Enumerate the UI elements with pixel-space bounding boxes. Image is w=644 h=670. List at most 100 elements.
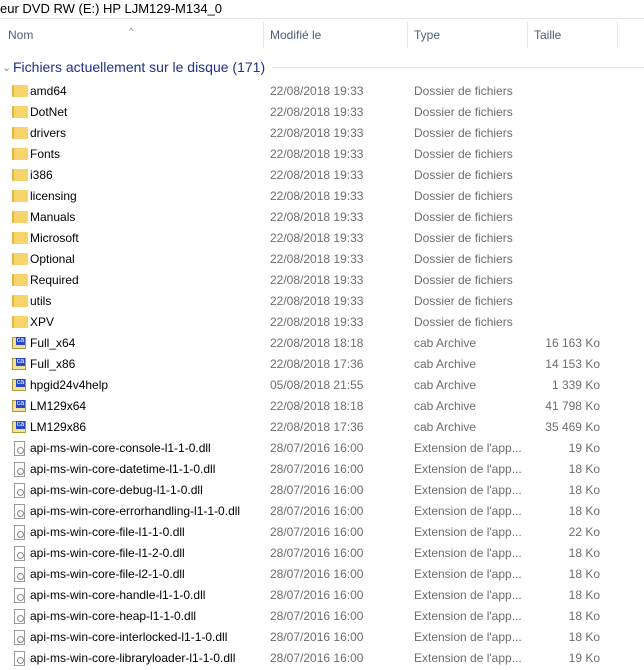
file-row[interactable]: api-ms-win-core-handle-l1-1-0.dll 28/07/… [0,585,644,606]
column-header-type[interactable]: Type [408,22,528,48]
file-name: api-ms-win-core-handle-l1-1-0.dll [30,588,206,602]
cab-archive-icon [12,400,26,412]
file-name: XPV [30,315,55,329]
file-row[interactable]: LM129x86 22/08/2018 17:36 cab Archive 35… [0,417,644,438]
file-row[interactable]: Manuals 22/08/2018 19:33 Dossier de fich… [0,207,644,228]
file-type: Dossier de fichiers [414,84,513,98]
file-date: 22/08/2018 19:33 [270,273,364,287]
file-type: Dossier de fichiers [414,294,513,308]
file-type: Extension de l'app... [414,462,522,476]
file-row[interactable]: api-ms-win-core-interlocked-l1-1-0.dll 2… [0,627,644,648]
file-name: Microsoft [30,231,79,245]
file-type: Dossier de fichiers [414,315,513,329]
file-row[interactable]: Fonts 22/08/2018 19:33 Dossier de fichie… [0,144,644,165]
file-row[interactable]: XPV 22/08/2018 19:33 Dossier de fichiers [0,312,644,333]
file-name: Manuals [30,210,76,224]
file-date: 28/07/2016 16:00 [270,483,364,497]
column-label: Nom [8,28,34,42]
file-date: 22/08/2018 19:33 [270,84,364,98]
file-type: Extension de l'app... [414,546,522,560]
file-date: 28/07/2016 16:00 [270,630,364,644]
file-row[interactable]: LM129x64 22/08/2018 18:18 cab Archive 41… [0,396,644,417]
file-name: api-ms-win-core-datetime-l1-1-0.dll [30,462,216,476]
file-size: 19 Ko [568,651,600,665]
file-date: 22/08/2018 19:33 [270,126,364,140]
file-name: api-ms-win-core-console-l1-1-0.dll [30,441,211,455]
file-row[interactable]: api-ms-win-core-libraryloader-l1-1-0.dll… [0,648,644,669]
file-name: Required [30,273,79,287]
file-name: Full_x64 [30,336,76,350]
folder-icon [12,211,28,223]
dll-file-icon [14,588,25,603]
column-header: ^ Nom Modifié le Type Taille [0,22,644,48]
file-type: Dossier de fichiers [414,147,513,161]
column-label: Type [414,28,441,42]
file-date: 22/08/2018 19:33 [270,294,364,308]
file-date: 22/08/2018 19:33 [270,168,364,182]
file-name: api-ms-win-core-file-l1-2-0.dll [30,546,185,560]
file-date: 22/08/2018 17:36 [270,357,364,371]
folder-icon [12,127,28,139]
file-row[interactable]: Full_x64 22/08/2018 18:18 cab Archive 16… [0,333,644,354]
file-row[interactable]: api-ms-win-core-datetime-l1-1-0.dll 28/0… [0,459,644,480]
cab-archive-icon [12,379,26,391]
column-header-modified[interactable]: Modifié le [264,22,408,48]
file-name: LM129x86 [30,420,87,434]
file-type: Extension de l'app... [414,504,522,518]
file-size: 35 469 Ko [545,420,600,434]
file-type: Extension de l'app... [414,483,522,497]
file-row[interactable]: Microsoft 22/08/2018 19:33 Dossier de fi… [0,228,644,249]
file-size: 18 Ko [568,462,600,476]
file-row[interactable]: api-ms-win-core-errorhandling-l1-1-0.dll… [0,501,644,522]
chevron-down-icon[interactable]: ⌄ [2,61,12,74]
file-date: 22/08/2018 18:18 [270,399,364,413]
file-date: 22/08/2018 19:33 [270,105,364,119]
file-row[interactable]: drivers 22/08/2018 19:33 Dossier de fich… [0,123,644,144]
file-row[interactable]: api-ms-win-core-file-l2-1-0.dll 28/07/20… [0,564,644,585]
file-row[interactable]: DotNet 22/08/2018 19:33 Dossier de fichi… [0,102,644,123]
file-row[interactable]: Optional 22/08/2018 19:33 Dossier de fic… [0,249,644,270]
file-date: 22/08/2018 17:36 [270,420,364,434]
file-date: 22/08/2018 19:33 [270,210,364,224]
divider [0,18,644,19]
file-type: Dossier de fichiers [414,231,513,245]
file-row[interactable]: api-ms-win-core-debug-l1-1-0.dll 28/07/2… [0,480,644,501]
file-name: Full_x86 [30,357,76,371]
column-label: Taille [534,28,562,42]
column-header-name[interactable]: ^ Nom [2,22,264,48]
file-size: 18 Ko [568,546,600,560]
folder-icon [12,148,28,160]
file-type: Extension de l'app... [414,525,522,539]
file-date: 28/07/2016 16:00 [270,588,364,602]
column-header-size[interactable]: Taille [528,22,618,48]
file-row[interactable]: api-ms-win-core-heap-l1-1-0.dll 28/07/20… [0,606,644,627]
file-date: 28/07/2016 16:00 [270,462,364,476]
folder-icon [12,190,28,202]
cab-archive-icon [12,421,26,433]
file-row[interactable]: api-ms-win-core-console-l1-1-0.dll 28/07… [0,438,644,459]
file-type: Dossier de fichiers [414,252,513,266]
file-date: 28/07/2016 16:00 [270,525,364,539]
window-title: eur DVD RW (E:) HP LJM129-M134_0 [0,1,223,16]
file-row[interactable]: Required 22/08/2018 19:33 Dossier de fic… [0,270,644,291]
file-date: 28/07/2016 16:00 [270,567,364,581]
file-name: i386 [30,168,53,182]
file-row[interactable]: api-ms-win-core-file-l1-1-0.dll 28/07/20… [0,522,644,543]
group-header[interactable]: ⌄ Fichiers actuellement sur le disque (1… [0,57,644,77]
dll-file-icon [14,567,25,582]
folder-icon [12,316,28,328]
file-row[interactable]: licensing 22/08/2018 19:33 Dossier de fi… [0,186,644,207]
file-size: 41 798 Ko [545,399,600,413]
file-row[interactable]: i386 22/08/2018 19:33 Dossier de fichier… [0,165,644,186]
file-row[interactable]: api-ms-win-core-file-l1-2-0.dll 28/07/20… [0,543,644,564]
file-row[interactable]: amd64 22/08/2018 19:33 Dossier de fichie… [0,81,644,102]
file-date: 22/08/2018 19:33 [270,315,364,329]
dll-file-icon [14,525,25,540]
file-date: 22/08/2018 19:33 [270,252,364,266]
file-row[interactable]: utils 22/08/2018 19:33 Dossier de fichie… [0,291,644,312]
file-row[interactable]: Full_x86 22/08/2018 17:36 cab Archive 14… [0,354,644,375]
file-row[interactable]: hpgid24v4help 05/08/2018 21:55 cab Archi… [0,375,644,396]
file-date: 28/07/2016 16:00 [270,546,364,560]
file-date: 05/08/2018 21:55 [270,378,364,392]
file-name: amd64 [30,84,67,98]
